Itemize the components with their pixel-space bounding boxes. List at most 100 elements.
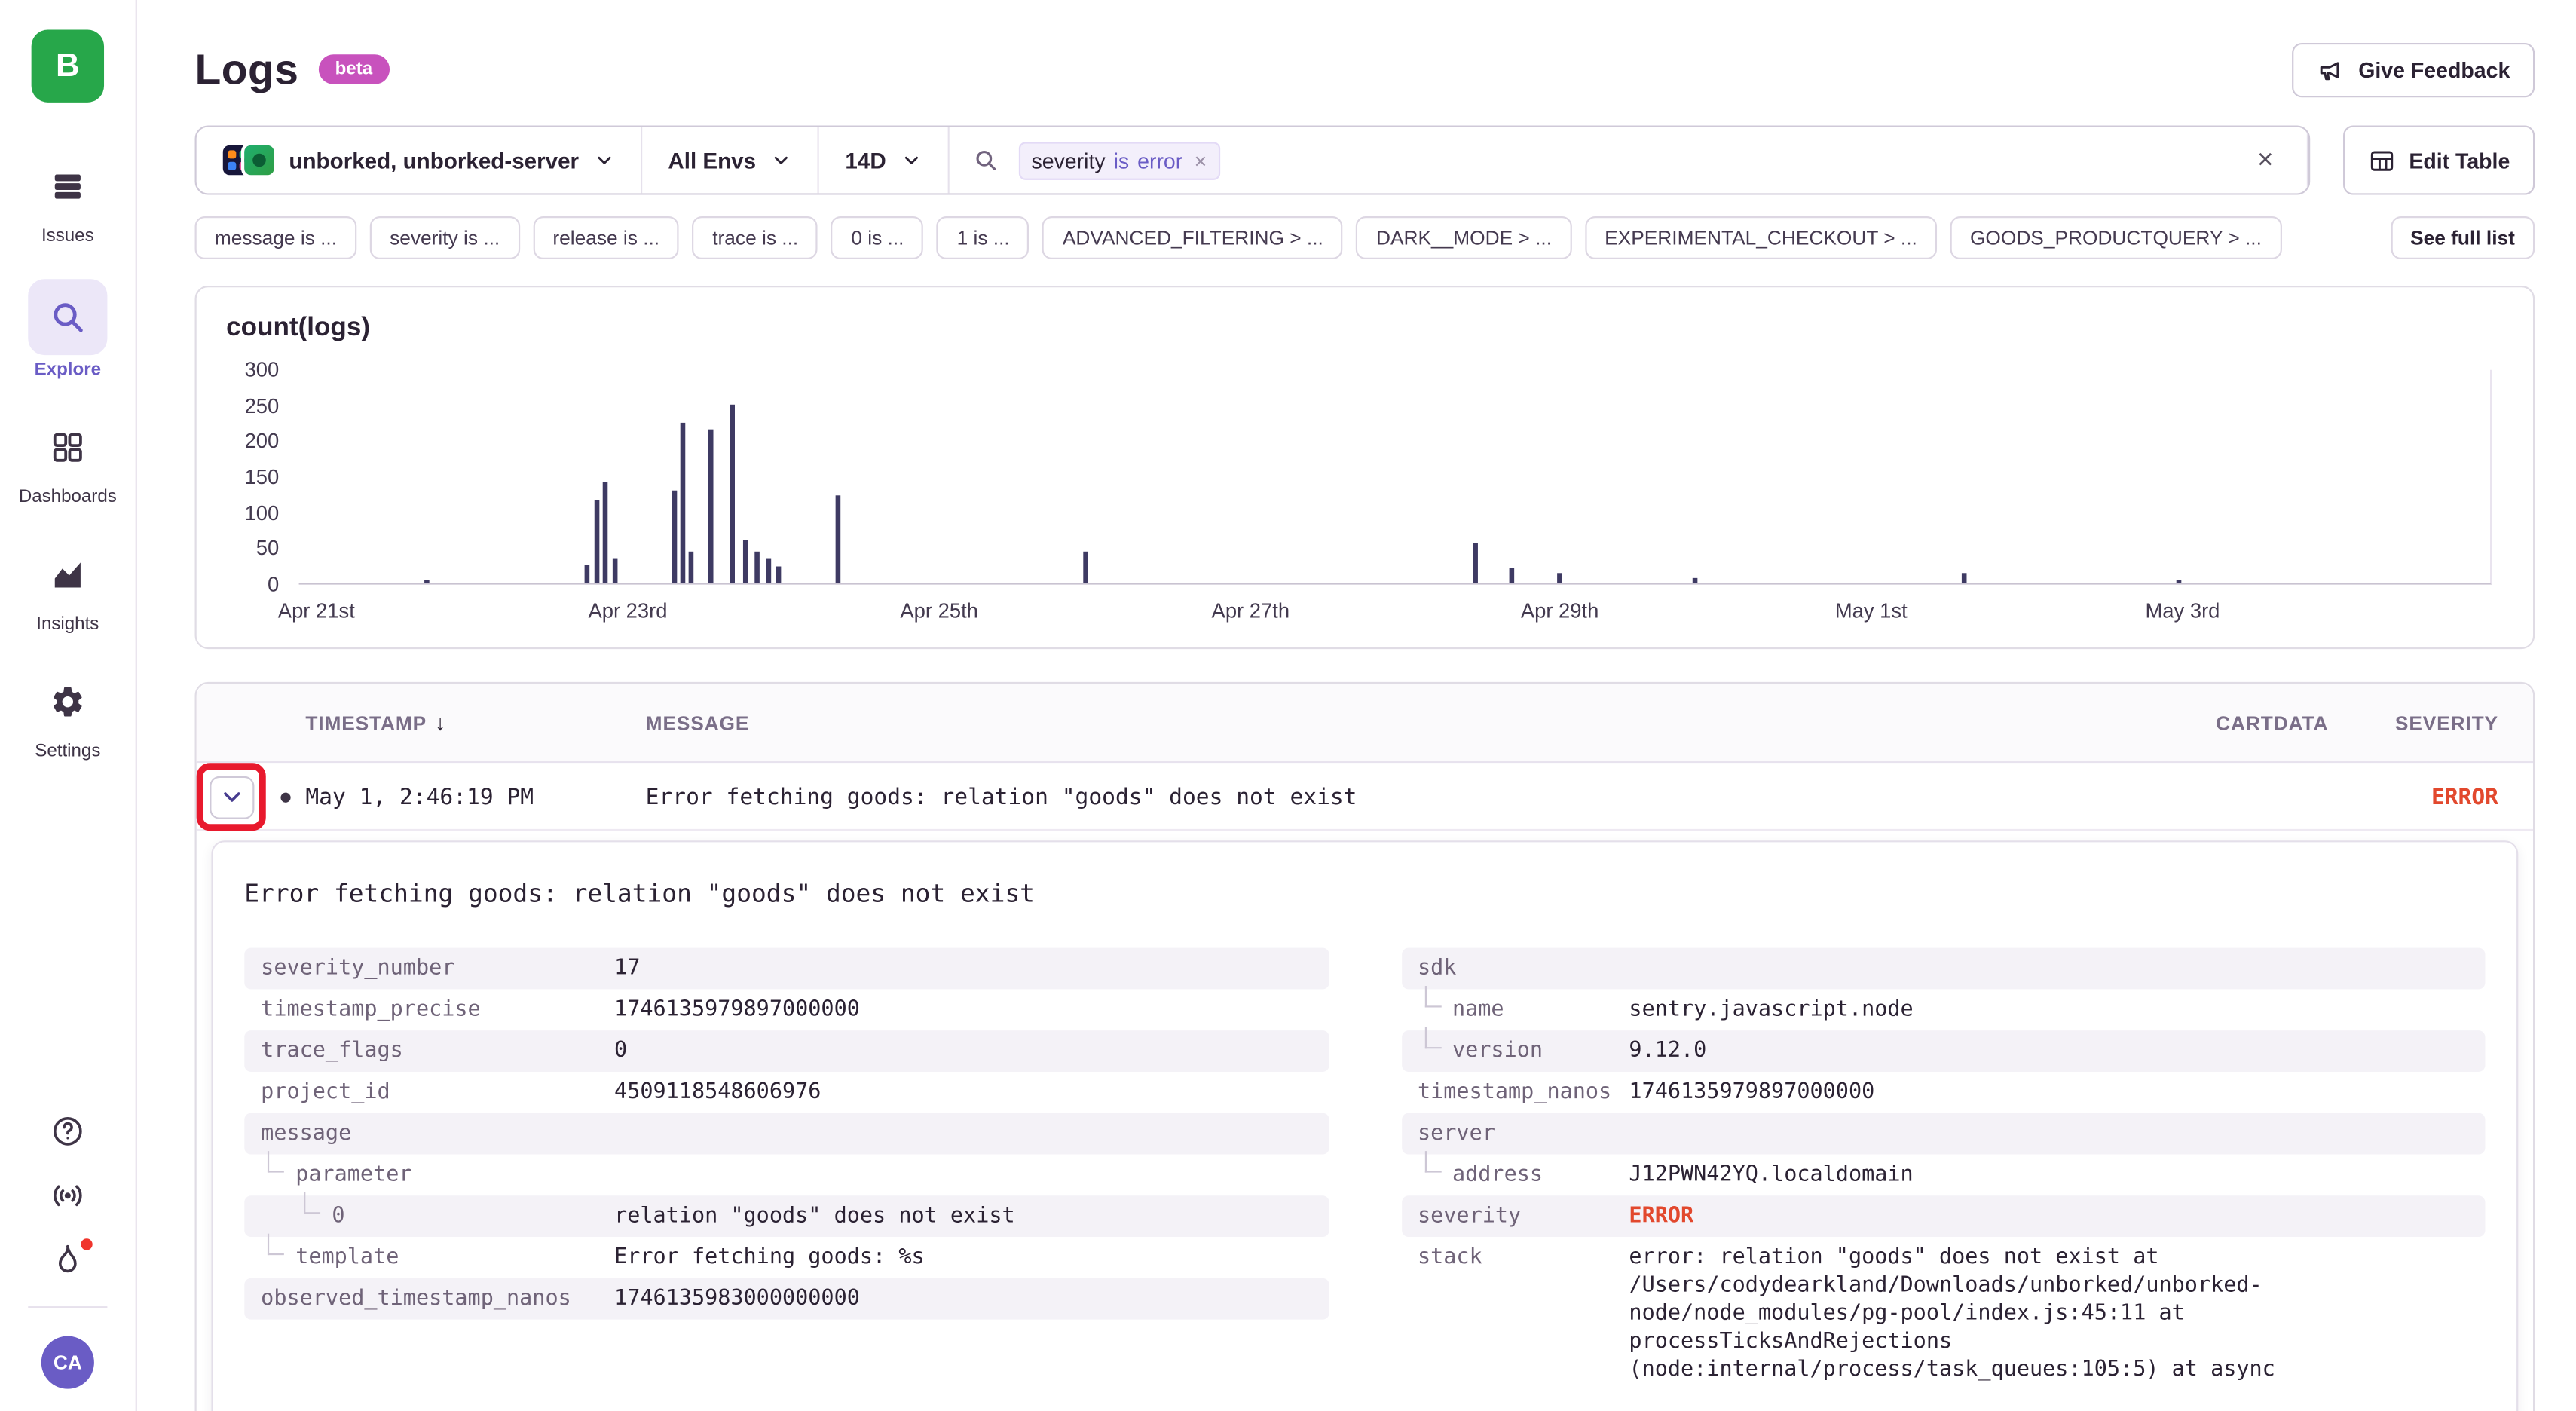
attribute-key: trace_flags xyxy=(261,1037,614,1065)
attribute-row: templateError fetching goods: %s xyxy=(244,1237,1328,1278)
x-tick-label: May 3rd xyxy=(2145,599,2220,623)
filter-chip[interactable]: EXPERIMENTAL_CHECKOUT > ... xyxy=(1585,216,1937,259)
org-logo[interactable]: B xyxy=(32,29,104,102)
attribute-row: server xyxy=(1401,1113,2485,1155)
chart-bar xyxy=(708,429,714,583)
attribute-row: namesentry.javascript.node xyxy=(1401,989,2485,1030)
y-tick-label: 0 xyxy=(268,574,279,594)
remove-token-icon[interactable]: × xyxy=(1195,148,1207,173)
x-tick-label: Apr 23rd xyxy=(588,599,667,623)
attribute-key: 0 xyxy=(261,1202,614,1230)
date-range-selector[interactable]: 14D xyxy=(818,127,949,194)
log-severity: ERROR xyxy=(2431,784,2533,810)
megaphone-icon xyxy=(2317,55,2345,83)
help-icon[interactable] xyxy=(50,1113,86,1149)
insights-icon xyxy=(28,540,107,609)
attribute-key: severity_number xyxy=(261,954,614,982)
chart-plot-area[interactable] xyxy=(299,370,2492,585)
sidebar-item-label: Dashboards xyxy=(19,487,117,507)
log-message: Error fetching goods: relation "goods" d… xyxy=(646,784,2097,810)
notification-dot xyxy=(81,1238,92,1250)
expand-row-button[interactable] xyxy=(209,776,253,819)
search-input[interactable]: severity is error × × xyxy=(949,127,2308,194)
edit-table-button[interactable]: Edit Table xyxy=(2343,126,2535,195)
log-detail-title: Error fetching goods: relation "goods" d… xyxy=(244,879,2485,908)
sidebar-item-insights[interactable]: Insights xyxy=(28,540,107,634)
sidebar-item-label: Insights xyxy=(36,614,99,634)
sidebar-item-label: Explore xyxy=(35,360,101,380)
filter-row: unborked, unborked-server All Envs 14D xyxy=(195,126,2535,195)
chart-bar xyxy=(424,580,429,583)
user-avatar[interactable]: CA xyxy=(41,1336,94,1389)
chevron-down-icon xyxy=(219,785,243,810)
attributes-columns: severity_number17timestamp_precise174613… xyxy=(244,948,2485,1391)
x-tick-label: Apr 29th xyxy=(1521,599,1599,623)
give-feedback-button[interactable]: Give Feedback xyxy=(2293,42,2535,96)
filter-chip[interactable]: GOODS_PRODUCTQUERY > ... xyxy=(1950,216,2282,259)
filter-chip[interactable]: DARK__MODE > ... xyxy=(1357,216,1572,259)
attribute-row: version9.12.0 xyxy=(1401,1030,2485,1072)
chart-title: count(logs) xyxy=(226,314,2492,343)
date-range-label: 14D xyxy=(845,148,886,173)
filter-chip[interactable]: trace is ... xyxy=(693,216,818,259)
sidebar-item-settings[interactable]: Settings xyxy=(28,667,107,761)
sidebar-divider xyxy=(28,1306,107,1308)
attribute-key: observed_timestamp_nanos xyxy=(261,1285,614,1313)
annotation-highlight xyxy=(197,763,266,831)
whats-new-icon[interactable] xyxy=(50,1242,86,1278)
token-value: error xyxy=(1137,148,1182,173)
filter-chip[interactable]: message is ... xyxy=(195,216,357,259)
see-full-list-chip[interactable]: See full list xyxy=(2391,216,2535,259)
chart-bar xyxy=(1083,551,1088,583)
chart-bar xyxy=(584,565,589,583)
chart-bar xyxy=(612,558,617,583)
project-icon-unborked-server xyxy=(244,145,274,175)
column-header-cartdata[interactable]: CARTDATA xyxy=(2216,711,2328,734)
tree-connector-icon xyxy=(268,1151,284,1172)
attribute-value: relation "goods" does not exist xyxy=(614,1202,1312,1230)
filter-bar: unborked, unborked-server All Envs 14D xyxy=(195,126,2310,195)
token-key: severity xyxy=(1031,148,1105,173)
attribute-key: project_id xyxy=(261,1079,614,1106)
log-table-row[interactable]: May 1, 2:46:19 PM Error fetching goods: … xyxy=(197,763,2533,831)
column-header-severity[interactable]: SEVERITY xyxy=(2395,711,2533,734)
broadcast-icon[interactable] xyxy=(50,1177,86,1214)
filter-chip[interactable]: 1 is ... xyxy=(937,216,1029,259)
chart-x-axis: Apr 21stApr 23rdApr 25thApr 27thApr 29th… xyxy=(299,585,2492,631)
beta-badge: beta xyxy=(319,54,389,84)
column-header-message[interactable]: MESSAGE xyxy=(646,711,2097,734)
y-tick-label: 50 xyxy=(256,539,279,559)
sidebar-item-explore[interactable]: Explore xyxy=(28,279,107,380)
chart-bar xyxy=(776,568,782,583)
attribute-row: trace_flags0 xyxy=(244,1030,1328,1072)
token-operator: is xyxy=(1114,148,1130,173)
filter-chip[interactable]: ADVANCED_FILTERING > ... xyxy=(1043,216,1344,259)
sidebar-footer: CA xyxy=(28,1113,107,1389)
attribute-row: observed_timestamp_nanos1746135983000000… xyxy=(244,1278,1328,1320)
sidebar-item-dashboards[interactable]: Dashboards xyxy=(19,413,117,507)
attribute-value: ERROR xyxy=(1629,1202,2468,1230)
attribute-value: 1746135979897000000 xyxy=(1629,1079,2468,1106)
attribute-key: version xyxy=(1418,1037,1629,1065)
filter-chip[interactable]: release is ... xyxy=(533,216,679,259)
attribute-key: address xyxy=(1418,1161,1629,1189)
y-tick-label: 300 xyxy=(245,360,280,380)
search-token-severity[interactable]: severity is error × xyxy=(1018,141,1220,179)
column-header-timestamp[interactable]: TIMESTAMP↓ xyxy=(305,710,645,735)
attribute-value: 1746135979897000000 xyxy=(614,996,1312,1024)
filter-chip[interactable]: 0 is ... xyxy=(831,216,924,259)
edit-table-label: Edit Table xyxy=(2409,148,2510,173)
attribute-row: project_id4509118548606976 xyxy=(244,1072,1328,1113)
tree-connector-icon xyxy=(304,1192,320,1214)
attributes-left-column: severity_number17timestamp_precise174613… xyxy=(244,948,1328,1320)
attribute-key: message xyxy=(261,1119,614,1147)
y-tick-label: 250 xyxy=(245,396,280,415)
dashboards-icon xyxy=(28,413,107,482)
sidebar-item-issues[interactable]: Issues xyxy=(28,152,107,246)
filter-chip[interactable]: severity is ... xyxy=(370,216,520,259)
clear-search-icon[interactable]: × xyxy=(2247,144,2284,177)
environment-selector[interactable]: All Envs xyxy=(641,127,818,194)
project-selector[interactable]: unborked, unborked-server xyxy=(197,127,642,194)
chevron-down-icon xyxy=(594,150,613,170)
chart-plot-row: 300250200150100500 xyxy=(226,370,2492,585)
